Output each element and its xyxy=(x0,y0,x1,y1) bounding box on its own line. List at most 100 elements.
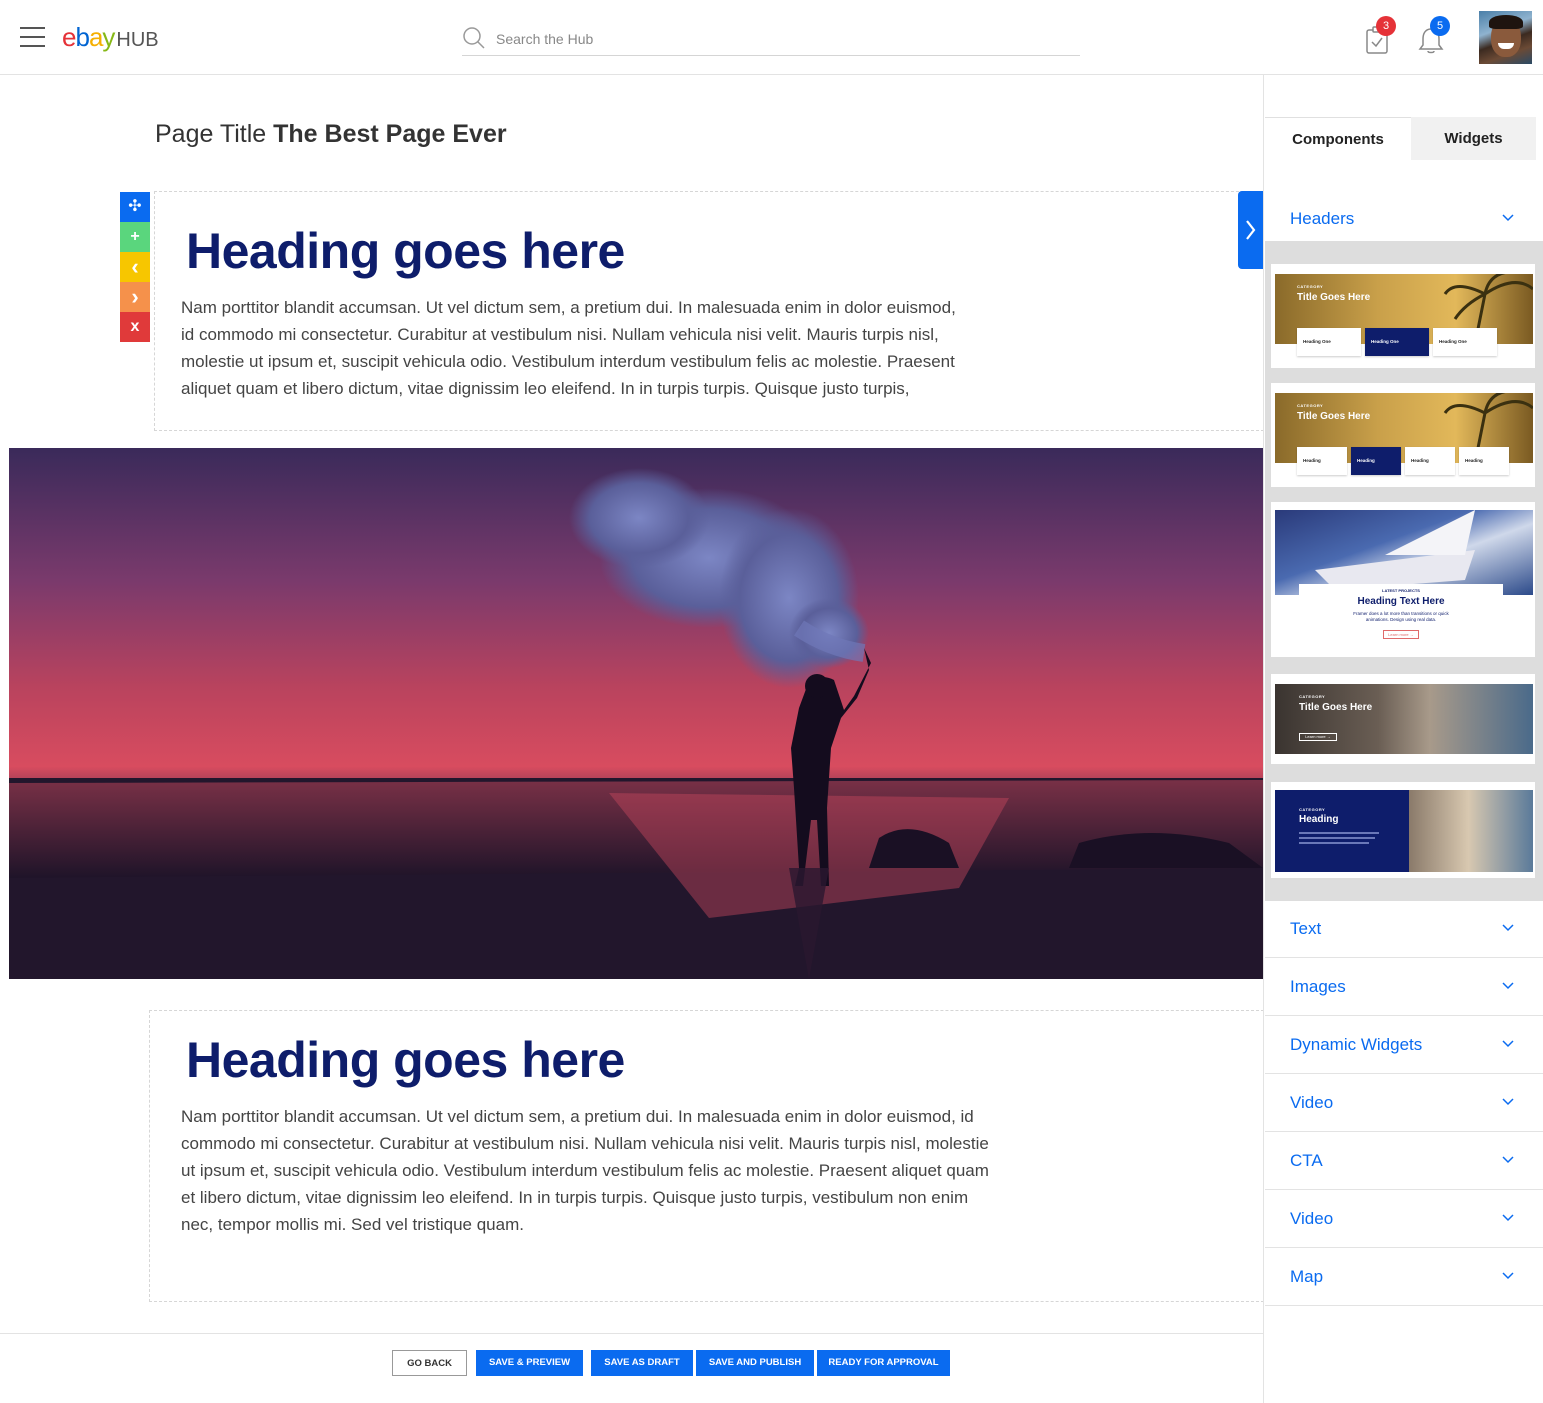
paragraph-line: nec, tempor mollis mi. Sed vel tristique… xyxy=(181,1215,524,1234)
section-label: Video xyxy=(1290,1093,1334,1112)
chevron-down-icon xyxy=(1502,214,1514,222)
page-title[interactable]: Page Title The Best Page Ever xyxy=(155,120,507,149)
top-bar: ebayHUB 3 5 xyxy=(0,0,1543,75)
move-left-button[interactable]: ‹ xyxy=(120,252,150,282)
chevron-down-icon xyxy=(1502,1214,1514,1222)
logo-letter: y xyxy=(102,22,115,52)
coffee-banner-image: CATEGORY Title Goes Here Learn more → xyxy=(1275,684,1533,754)
section-text[interactable]: Text xyxy=(1265,900,1543,958)
section-video[interactable]: Video xyxy=(1265,1074,1543,1132)
chevron-down-icon xyxy=(1502,924,1514,932)
components-panel: Components Widgets Headers CATEGORY Titl… xyxy=(1263,75,1543,1403)
block-paragraph: Nam porttitor blandit accumsan. Ut vel d… xyxy=(181,294,956,402)
save-preview-button[interactable]: SAVE & PREVIEW xyxy=(476,1350,583,1376)
logo-letter: e xyxy=(62,22,77,52)
avatar[interactable] xyxy=(1479,11,1532,64)
thumb-card: Heading xyxy=(1351,447,1401,475)
thumb-card: Heading One xyxy=(1297,328,1361,356)
thumb-card: Heading One xyxy=(1433,328,1497,356)
thumb-card: Heading xyxy=(1297,447,1347,475)
chevron-right-icon xyxy=(1246,220,1256,240)
save-publish-button[interactable]: SAVE AND PUBLISH xyxy=(696,1350,814,1376)
add-button[interactable]: + xyxy=(120,222,150,252)
ready-approval-button[interactable]: READY FOR APPROVAL xyxy=(817,1350,950,1376)
thumb-category: CATEGORY xyxy=(1299,694,1326,699)
section-label: Headers xyxy=(1290,209,1355,228)
logo-letter: b xyxy=(75,22,90,52)
paragraph-line: molestie ut ipsum et, suscipit vehicula … xyxy=(181,352,955,371)
paragraph-line: Nam porttitor blandit accumsan. Ut vel d… xyxy=(181,1107,974,1126)
go-back-button[interactable]: GO BACK xyxy=(392,1350,467,1376)
thumb-body: Framer does a lot more than transitions … xyxy=(1353,611,1449,622)
delete-button[interactable]: x xyxy=(120,312,150,342)
block-heading: Heading goes here xyxy=(186,1032,625,1088)
section-label: Map xyxy=(1290,1267,1324,1286)
block-toolbar: ✣ + ‹ › x xyxy=(120,192,150,342)
menu-icon[interactable] xyxy=(20,27,45,47)
thumb-card-panel: LATEST PROJECTS Heading Text Here Framer… xyxy=(1299,584,1503,652)
paragraph-line: id commodo mi consectetur. Curabitur at … xyxy=(181,325,939,344)
thumb-link: Learn more → xyxy=(1383,630,1419,639)
header-template-4[interactable]: CATEGORY Title Goes Here Learn more → xyxy=(1271,674,1535,764)
chevron-down-icon xyxy=(1502,1272,1514,1280)
header-template-1[interactable]: CATEGORY Title Goes Here Heading One Hea… xyxy=(1271,264,1535,368)
search-input[interactable] xyxy=(496,28,1056,50)
section-images[interactable]: Images xyxy=(1265,958,1543,1016)
thumb-card: Heading xyxy=(1459,447,1509,475)
add-icon: + xyxy=(130,228,140,245)
open-panel-button[interactable] xyxy=(1238,191,1263,269)
header-template-2[interactable]: CATEGORY Title Goes Here Heading Heading… xyxy=(1271,383,1535,487)
move-button[interactable]: ✣ xyxy=(120,192,150,222)
thumb-card-label: Heading One xyxy=(1303,339,1331,344)
thumb-card-label: Heading xyxy=(1465,458,1483,463)
ebay-hub-logo[interactable]: ebay HUB xyxy=(62,21,159,56)
section-label: Video xyxy=(1290,1209,1334,1228)
thumb-card: Heading xyxy=(1405,447,1455,475)
thumb-title: Heading xyxy=(1299,814,1339,825)
text-block[interactable]: Heading goes here Nam porttitor blandit … xyxy=(149,1010,1264,1302)
hero-image[interactable] xyxy=(9,448,1263,979)
paragraph-line: ut ipsum et, suscipit vehicula odio. Ves… xyxy=(181,1161,989,1180)
panel-tabs: Components Widgets xyxy=(1264,117,1543,160)
section-label: Images xyxy=(1290,977,1346,996)
section-label: Text xyxy=(1290,919,1322,938)
logo-hub-text: HUB xyxy=(116,29,159,51)
text-block[interactable]: Heading goes here Nam porttitor blandit … xyxy=(154,191,1264,431)
paragraph-line: et libero dictum, vitae dignissim leo el… xyxy=(181,1188,969,1207)
thumb-text-line xyxy=(1299,842,1369,844)
section-label: CTA xyxy=(1290,1151,1323,1170)
section-dynamic-widgets[interactable]: Dynamic Widgets xyxy=(1265,1016,1543,1074)
thumb-category: CATEGORY xyxy=(1297,403,1324,408)
thumb-card: Heading One xyxy=(1365,328,1429,356)
move-icon: ✣ xyxy=(128,198,142,215)
block-heading: Heading goes here xyxy=(186,223,625,279)
thumb-card-label: Heading xyxy=(1357,458,1375,463)
section-headers[interactable]: Headers xyxy=(1265,190,1543,248)
chevron-left-icon: ‹ xyxy=(131,254,139,279)
paragraph-line: aliquet quam et libero dictum, vitae dig… xyxy=(181,379,910,398)
action-bar: GO BACK SAVE & PREVIEW SAVE AS DRAFT SAV… xyxy=(0,1333,1263,1403)
thumb-category: LATEST PROJECTS xyxy=(1382,588,1420,593)
paragraph-line: commodo mi consectetur. Curabitur at ves… xyxy=(181,1134,989,1153)
thumb-category: CATEGORY xyxy=(1297,284,1324,289)
chevron-down-icon xyxy=(1502,982,1514,990)
thumb-text-line xyxy=(1299,832,1379,834)
thumb-card-label: Heading One xyxy=(1439,339,1467,344)
tab-widgets[interactable]: Widgets xyxy=(1411,117,1536,160)
thumb-card-label: Heading xyxy=(1411,458,1429,463)
thumb-card-label: Heading One xyxy=(1371,339,1399,344)
thumb-title: Title Goes Here xyxy=(1297,411,1371,422)
thumb-card-label: Heading xyxy=(1303,458,1321,463)
section-video-2[interactable]: Video xyxy=(1265,1190,1543,1248)
tab-components[interactable]: Components xyxy=(1265,117,1411,160)
header-template-5[interactable]: CATEGORY Heading xyxy=(1271,782,1535,878)
thumb-title: Title Goes Here xyxy=(1299,702,1373,713)
save-draft-button[interactable]: SAVE AS DRAFT xyxy=(591,1350,693,1376)
page-title-value: The Best Page Ever xyxy=(273,120,507,148)
move-right-button[interactable]: › xyxy=(120,282,150,312)
section-cta[interactable]: CTA xyxy=(1265,1132,1543,1190)
section-map[interactable]: Map xyxy=(1265,1248,1543,1306)
header-template-3[interactable]: LATEST PROJECTS Heading Text Here Framer… xyxy=(1271,502,1535,657)
notifications-badge: 5 xyxy=(1430,16,1450,36)
header-templates: CATEGORY Title Goes Here Heading One Hea… xyxy=(1265,241,1543,901)
